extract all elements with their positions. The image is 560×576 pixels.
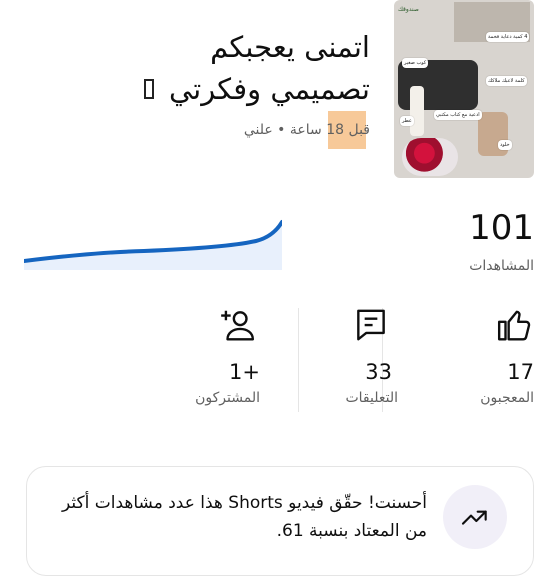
comments-stat[interactable]: 33 التعليقات xyxy=(248,306,398,414)
perfume-bottle-image xyxy=(410,86,424,136)
comments-count: 33 xyxy=(365,360,392,384)
views-sparkline[interactable] xyxy=(24,214,282,270)
subscribers-stat[interactable]: 1+ المشتركون xyxy=(110,306,260,414)
thumbs-up-icon xyxy=(497,310,531,341)
views-label: المشاهدات xyxy=(469,258,534,274)
subscribers-count: 1+ xyxy=(229,360,260,384)
stats-divider xyxy=(298,308,299,412)
video-meta: قبل 18 ساعة • علني xyxy=(243,122,370,138)
likes-count: 17 xyxy=(507,360,534,384)
thumbnail-tag: كوب صغير xyxy=(402,58,429,68)
thumbnail-tag: ادعية مع كتاب مكتبي xyxy=(434,110,482,120)
thumbnail-top-label: صندوقك xyxy=(398,6,419,13)
video-title-text: اتمنى يعجبكم تصميمي وفكرتي xyxy=(168,30,370,106)
missing-glyph-icon xyxy=(143,79,154,99)
roses-image xyxy=(402,138,458,176)
insight-badge xyxy=(443,485,507,549)
likes-label: المعجبون xyxy=(480,390,534,406)
thumbnail-tag: 4 كمية دعاية فخمة xyxy=(486,32,530,42)
add-person-icon xyxy=(221,310,255,341)
video-thumbnail[interactable]: صندوقك 4 كمية دعاية فخمة كلمة لاعبك ملاك… xyxy=(394,0,534,178)
thumbnail-tag: عطر xyxy=(400,116,414,126)
subscribers-label: المشتركون xyxy=(195,390,260,406)
insight-message: أحسنت! حقّق فيديو Shorts هذا عدد مشاهدات… xyxy=(62,493,427,541)
views-count: 101 xyxy=(469,208,534,248)
thumbnail-tag: كلمة لاعبك ملاكك xyxy=(486,76,527,86)
thumbnail-tag: خلود xyxy=(498,140,512,150)
comments-label: التعليقات xyxy=(345,390,398,406)
trending-up-icon xyxy=(461,510,487,525)
comment-icon xyxy=(357,309,385,341)
likes-stat[interactable]: 17 المعجبون xyxy=(384,306,534,414)
sparkline-area xyxy=(24,222,282,270)
